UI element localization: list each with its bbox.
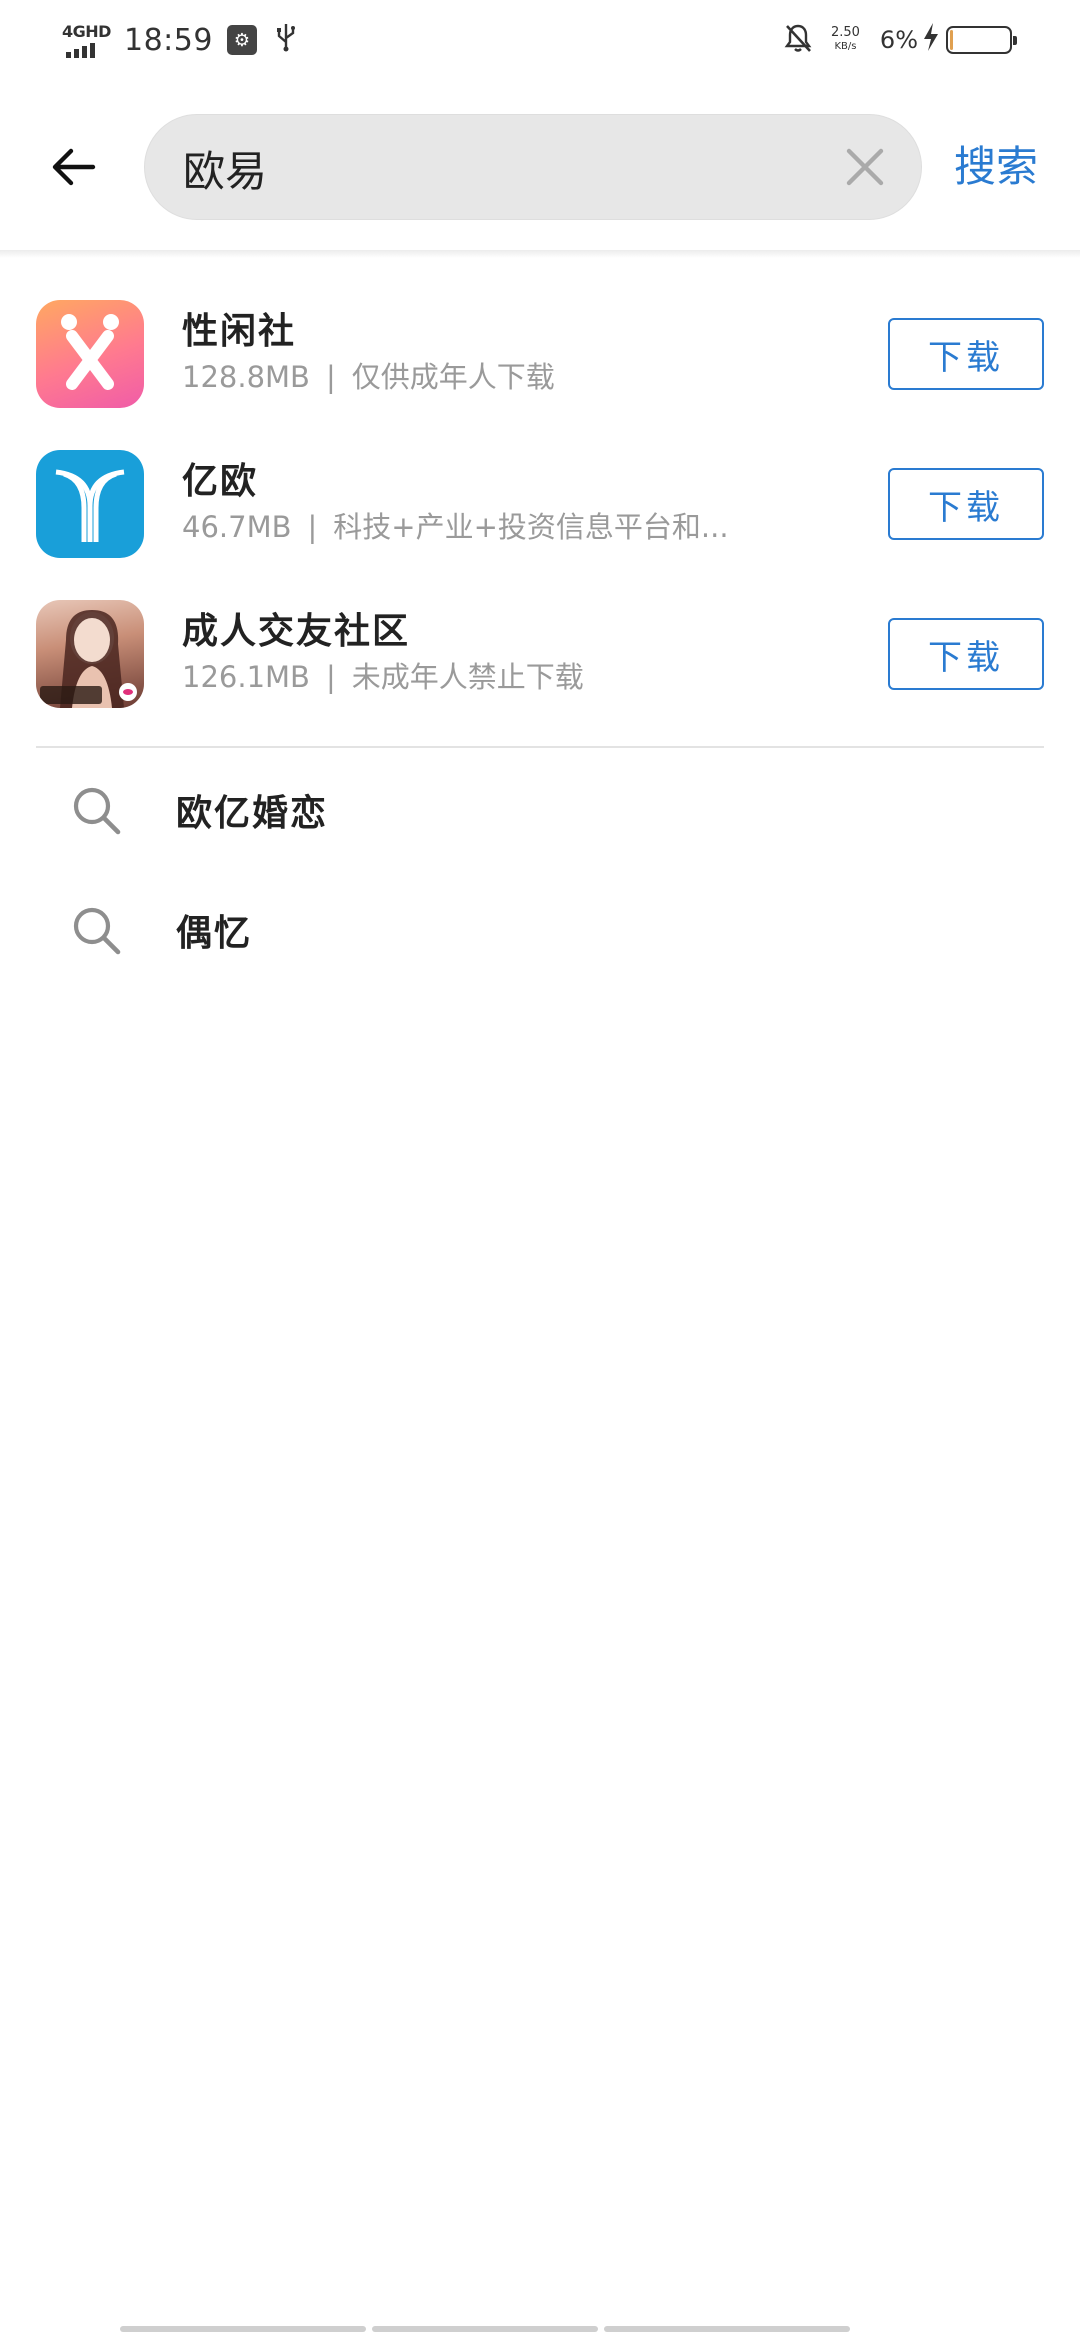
suggestion-item[interactable]: 欧亿婚恋	[0, 748, 1080, 868]
arrow-left-icon	[52, 148, 96, 186]
app-row[interactable]: 亿欧 46.7MB | 科技+产业+投资信息平台和... 下载	[0, 440, 1080, 590]
status-left: 4GHD 18:59 ⚙	[62, 18, 297, 62]
app-size: 126.1MB	[182, 660, 310, 694]
app-desc: 仅供成年人下载	[351, 360, 555, 394]
app-desc: 科技+产业+投资信息平台和...	[333, 510, 729, 544]
close-icon	[846, 148, 884, 186]
mute-bell-icon	[783, 22, 813, 58]
search-icon	[73, 907, 121, 955]
app-row[interactable]: 成人交友社区 126.1MB | 未成年人禁止下载 下载	[0, 590, 1080, 740]
net-speed: 2.50 KB/s	[831, 26, 860, 54]
status-bar: 4GHD 18:59 ⚙ 2.50 KB/s 6%	[0, 0, 1080, 80]
charging-bolt-icon	[922, 22, 940, 59]
app-size: 128.8MB	[182, 360, 310, 394]
suggestion-label: 偶忆	[176, 913, 253, 954]
usb-debug-icon: ⚙	[226, 25, 257, 55]
meta-separator: |	[307, 510, 318, 544]
battery-percent: 6%	[879, 26, 918, 54]
net-speed-value: 2.50	[830, 25, 860, 40]
network-type: 4GHD	[62, 22, 111, 41]
meta-separator: |	[325, 360, 336, 394]
app-name: 亿欧	[182, 461, 259, 502]
app-name: 成人交友社区	[182, 611, 411, 652]
status-right: 2.50 KB/s 6%	[783, 18, 1017, 62]
meta-separator: |	[325, 660, 336, 694]
signal-icon: 4GHD	[62, 20, 114, 60]
app-row[interactable]: 性闲社 128.8MB | 仅供成年人下载 下载	[0, 290, 1080, 440]
battery-icon	[946, 26, 1017, 54]
app-name: 性闲社	[182, 311, 297, 352]
search-header: 搜索	[0, 80, 1080, 250]
clear-button[interactable]	[843, 145, 887, 189]
y-logo-icon	[36, 450, 144, 558]
app-meta: 126.1MB | 未成年人禁止下载	[182, 654, 802, 696]
suggestion-item[interactable]: 偶忆	[0, 868, 1080, 988]
app-result-list: 性闲社 128.8MB | 仅供成年人下载 下载 亿欧 46.7MB | 科技+产业+投…	[0, 290, 1080, 740]
app-desc: 未成年人禁止下载	[351, 660, 584, 694]
app-meta: 128.8MB | 仅供成年人下载	[182, 354, 802, 396]
suggestion-label: 欧亿婚恋	[176, 793, 329, 834]
suggestion-list: 欧亿婚恋 偶忆	[0, 748, 1080, 988]
app-meta: 46.7MB | 科技+产业+投资信息平台和...	[182, 504, 802, 546]
x-logo-icon	[36, 300, 144, 408]
portrait-logo-icon	[36, 600, 144, 708]
search-input[interactable]	[181, 115, 785, 221]
download-button[interactable]: 下载	[888, 468, 1044, 540]
search-button[interactable]: 搜索	[954, 134, 1038, 200]
usb-icon	[275, 22, 297, 59]
net-speed-unit: KB/s	[834, 41, 857, 52]
battery-fill	[950, 30, 953, 50]
clock: 18:59	[124, 22, 213, 58]
download-button[interactable]: 下载	[888, 318, 1044, 390]
header-shadow	[0, 250, 1080, 258]
search-icon	[73, 787, 121, 835]
download-button[interactable]: 下载	[888, 618, 1044, 690]
gesture-nav-bar[interactable]	[120, 2326, 960, 2334]
search-box	[144, 114, 922, 221]
back-button[interactable]	[40, 134, 106, 200]
app-size: 46.7MB	[182, 510, 292, 544]
